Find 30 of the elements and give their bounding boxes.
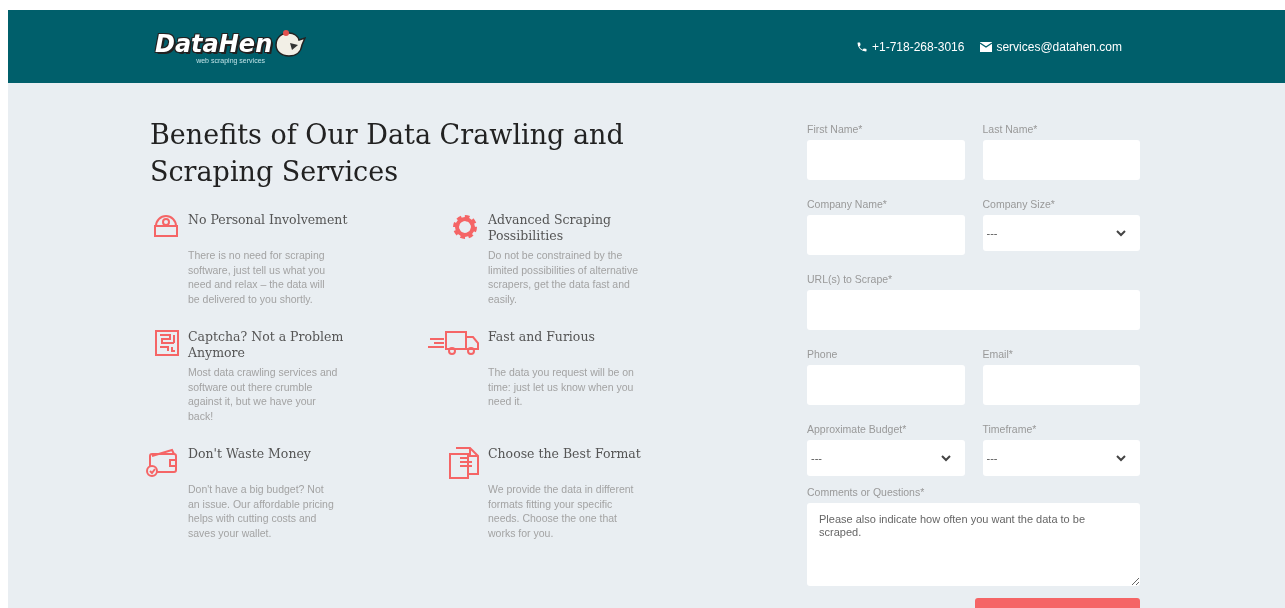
feature-description: There is no need for scraping software, just tell us what you need and relax – the data will be delivered to you shortly. (188, 248, 327, 306)
field-label: Company Name* (807, 198, 888, 211)
field-label: Comments or Questions* (807, 486, 926, 499)
field-label: Approximate Budget* (807, 423, 908, 436)
section-heading: Benefits of Our Data Crawling and Scraping Services (150, 118, 625, 189)
feature-title: Captcha? Not a Problem Anymore (188, 329, 345, 362)
email-address[interactable]: services@datahen.com (996, 37, 1122, 56)
dropdown[interactable]: --- (982, 215, 1140, 251)
feature-description: We provide the data in different formats fitting your specific needs. Choose the one that works for you. (488, 482, 635, 540)
field-label: Email* (982, 348, 1014, 361)
feature-description: Don't have a big budget? Not an issue. Our affordable pricing helps with cutting costs and saves your wallet. (188, 482, 335, 540)
field-label: Company Size* (982, 198, 1056, 211)
feature-title: No Personal Involvement (188, 212, 349, 229)
field-label: URL(s) to Scrape* (807, 273, 894, 286)
field-label: Timeframe* (982, 423, 1038, 436)
field-label: Phone (807, 348, 839, 361)
feature-title: Choose the Best Format (488, 446, 642, 463)
feature-title: Don't Waste Money (188, 446, 312, 463)
dropdown[interactable]: --- (807, 440, 965, 476)
phone-number[interactable]: +1-718-268-3016 (872, 37, 965, 56)
comments-field[interactable]: Please also indicate how often you want the data to be scraped. (807, 503, 1140, 586)
logo-text[interactable]: DataHen (155, 32, 273, 56)
field-label: First Name* (807, 123, 864, 136)
feature-description: Most data crawling services and software out there crumble against it, but we have your back! (188, 365, 338, 423)
feature-title: Advanced Scraping Possibilities (488, 212, 612, 245)
dropdown[interactable]: --- (982, 440, 1140, 476)
field-label: Last Name* (982, 123, 1039, 136)
feature-description: Do not be constrained by the limited possibilities of alternative scrapers, get the data fast and easily. (488, 248, 638, 306)
feature-description: The data you request will be on time: just let us know when you need it. (488, 365, 635, 409)
feature-title: Fast and Furious (488, 329, 596, 346)
